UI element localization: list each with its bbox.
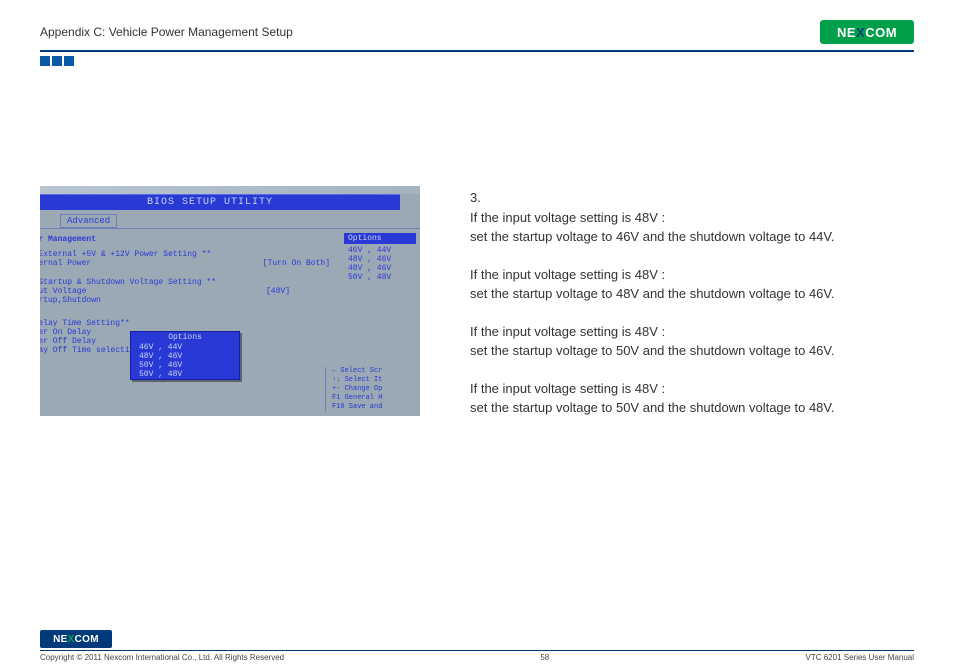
bios-delay-off-selection: Delay Off Time selection xyxy=(40,346,139,355)
bios-popup-item: 50V , 46V xyxy=(131,361,239,370)
bios-ext-setting: ** External +5V & +12V Power Setting ** xyxy=(40,250,211,259)
bios-ext-power-label: External Power xyxy=(40,259,91,268)
bios-help-panel: ← Select Scr ↑↓ Select It +- Change Op F… xyxy=(325,367,420,412)
step-number: 3. xyxy=(470,188,835,208)
bios-popup-item: 48V , 46V xyxy=(131,352,239,361)
bios-options-list: 46V , 44V 48V , 46V 48V , 46V 50V , 48V xyxy=(344,244,416,284)
bios-power-on-delay: Power On Delay xyxy=(40,328,91,337)
bios-opt-value: 48V , 46V xyxy=(344,255,416,264)
bios-input-voltage-label: Input Voltage xyxy=(40,287,86,296)
instruction-paragraph: If the input voltage setting is 48V : se… xyxy=(470,265,835,304)
para-line: If the input voltage setting is 48V : xyxy=(470,379,835,399)
bios-help-line: F10 Save and xyxy=(332,403,420,412)
bios-help-line: F1 General H xyxy=(332,394,420,403)
bios-popup-item: 50V , 48V xyxy=(131,370,239,379)
bios-popup-title: Options xyxy=(131,332,239,343)
footer-manual-name: VTC 6201 Series User Manual xyxy=(806,653,915,662)
instruction-text: 3. If the input voltage setting is 48V :… xyxy=(470,186,835,436)
brand-logo: NEXCOM xyxy=(820,20,914,44)
para-line: If the input voltage setting is 48V : xyxy=(470,208,835,228)
bios-opt-value: 46V , 44V xyxy=(344,246,416,255)
bios-tab-advanced: Advanced xyxy=(60,214,117,228)
instruction-paragraph: If the input voltage setting is 48V : se… xyxy=(470,208,835,247)
bios-startup-setting: ** Startup & Shutdown Voltage Setting ** xyxy=(40,278,216,287)
bios-screenshot: BIOS SETUP UTILITY Advanced ower Managem… xyxy=(40,186,420,416)
bios-help-line: +- Change Op xyxy=(332,385,420,394)
header-divider xyxy=(40,50,914,52)
header-title: Appendix C: Vehicle Power Management Set… xyxy=(40,25,293,39)
para-line: set the startup voltage to 48V and the s… xyxy=(470,284,835,304)
bios-input-voltage-value: [48V] xyxy=(266,287,290,296)
instruction-paragraph: If the input voltage setting is 48V : se… xyxy=(470,379,835,418)
para-line: If the input voltage setting is 48V : xyxy=(470,322,835,342)
bios-options-header: Options xyxy=(344,233,416,244)
para-line: If the input voltage setting is 48V : xyxy=(470,265,835,285)
footer-logo-x: X xyxy=(68,634,75,645)
instruction-paragraph: If the input voltage setting is 48V : se… xyxy=(470,322,835,361)
bios-delay-title: **Delay Time Setting** xyxy=(40,319,130,328)
decorative-squares xyxy=(40,56,914,66)
bios-title: BIOS SETUP UTILITY xyxy=(40,194,400,210)
bios-ext-power-value: [Turn On Both] xyxy=(263,259,330,268)
footer-logo-pre: NE xyxy=(53,634,68,645)
para-line: set the startup voltage to 46V and the s… xyxy=(470,227,835,247)
footer-divider xyxy=(40,650,914,651)
bios-help-line: ← Select Scr xyxy=(332,367,420,376)
footer-copyright: Copyright © 2011 Nexcom International Co… xyxy=(40,653,284,662)
bios-power-off-delay: Power Off Delay xyxy=(40,337,96,346)
footer-logo-post: COM xyxy=(75,634,99,645)
bios-opt-value: 48V , 46V xyxy=(344,264,416,273)
logo-pre: NE xyxy=(837,25,856,40)
footer-page-number: 58 xyxy=(540,653,549,662)
bios-popup-item: 46V , 44V xyxy=(131,343,239,352)
logo-post: COM xyxy=(865,25,897,40)
para-line: set the startup voltage to 50V and the s… xyxy=(470,398,835,418)
footer-logo: NEXCOM xyxy=(40,630,112,648)
logo-x: X xyxy=(856,25,865,40)
para-line: set the startup voltage to 50V and the s… xyxy=(470,341,835,361)
bios-options-popup: Options 46V , 44V 48V , 46V 50V , 46V 50… xyxy=(130,331,240,380)
bios-help-line: ↑↓ Select It xyxy=(332,376,420,385)
bios-startup-shutdown: Startup,Shutdown xyxy=(40,296,101,305)
bios-opt-value: 50V , 48V xyxy=(344,273,416,282)
